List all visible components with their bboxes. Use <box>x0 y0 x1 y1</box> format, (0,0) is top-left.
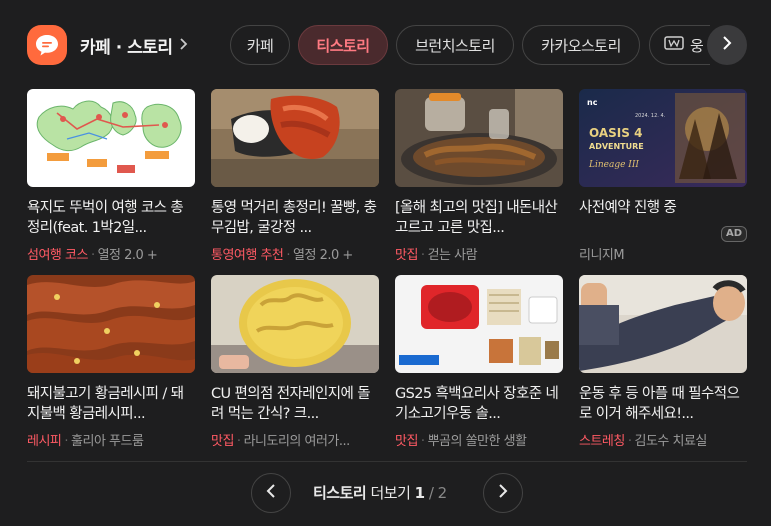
tab-label: 카카오스토리 <box>541 36 621 55</box>
card-source: 라니도리의 여러가... <box>243 434 351 449</box>
pager-prev-button[interactable] <box>251 473 291 513</box>
card-meta: 리니지M <box>579 244 747 263</box>
ad-headline-2: ADVENTURE <box>589 142 644 151</box>
chevron-right-icon <box>498 483 508 503</box>
card-meta: 맛집 · 뿌곰의 쏠만한 생활 <box>395 430 563 449</box>
tab-label: 티스토리 <box>316 36 370 55</box>
ad-badge: AD <box>720 226 747 242</box>
card-source: 리니지M <box>579 248 625 263</box>
card-source: 열정 2.0 + <box>97 248 158 263</box>
tabs-next-button[interactable] <box>707 25 747 65</box>
card-source: 김도수 치료실 <box>634 434 707 449</box>
thumbnail-game-ad-image: nc 2024. 12. 4. OASIS 4 ADVENTURE Lineag… <box>579 89 747 187</box>
story-card[interactable]: GS25 흑백요리사 장호준 네기소고기우동 솔... 맛집 · 뿌곰의 쏠만한 생… <box>395 275 563 449</box>
chat-bubble-icon[interactable] <box>27 25 67 65</box>
cafe-story-panel: 카페 · 스토리 카페 티스토리 브런치스토리 카카오스토리 웅 욕지도 뚜벅이… <box>0 0 771 526</box>
card-meta: 스트레칭 · 김도수 치료실 <box>579 430 747 449</box>
thumbnail-grill-image <box>395 89 563 187</box>
thumbnail-stretching-image <box>579 275 747 373</box>
meta-separator: · <box>90 248 95 263</box>
thumbnail-kimbap-image <box>211 89 379 187</box>
divider <box>27 461 747 462</box>
meta-separator: · <box>627 434 632 449</box>
page-slash: / <box>424 484 438 502</box>
card-meta: 통영여행 추천 · 열정 2.0 + <box>211 244 379 263</box>
card-category: 섬여행 코스 <box>27 248 88 263</box>
story-card[interactable]: [올해 최고의 맛집] 내돈내산 고르고 고른 맛집... 맛집 · 걷는 사람 <box>395 89 563 263</box>
tab-partial[interactable]: 웅 <box>649 25 710 65</box>
thumbnail-bulgogi-image <box>27 275 195 373</box>
chevron-left-icon <box>266 483 276 503</box>
card-category: 맛집 <box>395 434 418 449</box>
card-source: 열정 2.0 + <box>293 248 353 263</box>
meta-separator: · <box>236 434 241 449</box>
card-title: [올해 최고의 맛집] 내돈내산 고르고 고른 맛집... <box>395 200 558 236</box>
section-title: 카페 · 스토리 <box>80 38 173 58</box>
story-card[interactable]: CU 편의점 전자레인지에 돌려 먹는 간식? 크... 맛집 · 라니도리의 여러… <box>211 275 379 449</box>
meta-separator: · <box>64 434 69 449</box>
card-meta: 맛집 · 라니도리의 여러가... <box>211 430 379 449</box>
card-meta: 맛집 · 걷는 사람 <box>395 244 563 263</box>
tab-cafe[interactable]: 카페 <box>230 25 290 65</box>
meta-separator: · <box>420 434 425 449</box>
ad-brand-text: nc <box>587 98 598 107</box>
tab-bar: 카페 티스토리 브런치스토리 카카오스토리 웅 <box>230 25 710 65</box>
card-category: 스트레칭 <box>579 434 625 449</box>
ad-date-text: 2024. 12. 4. <box>635 113 666 119</box>
card-source: 뿌곰의 쏠만한 생활 <box>427 434 527 449</box>
thumbnail-udon-kit-image <box>395 275 563 373</box>
card-title: 돼지불고기 황금레시피 / 돼지불백 황금레시피... <box>27 386 184 422</box>
card-title: CU 편의점 전자레인지에 돌려 먹는 간식? 크... <box>211 386 371 422</box>
chevron-right-icon <box>722 35 732 55</box>
tab-tistory[interactable]: 티스토리 <box>298 25 388 65</box>
section-title-link[interactable]: 카페 · 스토리 <box>80 33 188 58</box>
more-brand: 티스토리 <box>313 484 367 502</box>
story-card[interactable]: 욕지도 뚜벅이 여행 코스 총정리(feat. 1박2일... 섬여행 코스 · 열… <box>27 89 195 263</box>
more-label: 더보기 <box>366 484 415 502</box>
card-title: 운동 후 등 아플 때 필수적으로 이거 해주세요!... <box>579 386 740 422</box>
chevron-right-icon <box>179 36 188 55</box>
tab-kakao-story[interactable]: 카카오스토리 <box>522 25 640 65</box>
story-card[interactable]: 통영 먹거리 총정리! 꿀빵, 충무김밥, 굴강정 ... 통영여행 추천 · 열정… <box>211 89 379 263</box>
card-source: 훌리아 푸드룸 <box>71 434 144 449</box>
card-category: 통영여행 추천 <box>211 248 284 263</box>
meta-separator: · <box>286 248 291 263</box>
page-total: 2 <box>437 484 448 502</box>
card-category: 맛집 <box>211 434 234 449</box>
ad-headline-1: OASIS 4 <box>589 126 642 140</box>
card-meta: 섬여행 코스 · 열정 2.0 + <box>27 244 195 263</box>
pager-next-button[interactable] <box>483 473 523 513</box>
card-source: 걷는 사람 <box>427 248 478 263</box>
more-link[interactable]: 티스토리 더보기 1 / 2 <box>313 482 447 503</box>
currency-note-icon <box>664 35 684 55</box>
card-category: 레시피 <box>27 434 62 449</box>
ad-card[interactable]: nc 2024. 12. 4. OASIS 4 ADVENTURE Lineag… <box>579 89 747 263</box>
story-card[interactable]: 돼지불고기 황금레시피 / 돼지불백 황금레시피... 레시피 · 훌리아 푸드룸 <box>27 275 195 449</box>
tab-label: 웅 <box>690 36 704 55</box>
tab-label: 브런치스토리 <box>415 36 495 55</box>
tab-label: 카페 <box>246 36 274 55</box>
meta-separator: · <box>420 248 425 263</box>
card-title: GS25 흑백요리사 장호준 네기소고기우동 솔... <box>395 386 559 422</box>
card-meta: 레시피 · 훌리아 푸드룸 <box>27 430 195 449</box>
tab-brunch-story[interactable]: 브런치스토리 <box>396 25 514 65</box>
page-current: 1 <box>414 484 425 502</box>
ad-logo-text: Lineage III <box>588 160 639 170</box>
card-category: 맛집 <box>395 248 418 263</box>
thumbnail-map-image <box>27 89 195 187</box>
card-title: 욕지도 뚜벅이 여행 코스 총정리(feat. 1박2일... <box>27 200 184 236</box>
story-card[interactable]: 운동 후 등 아플 때 필수적으로 이거 해주세요!... 스트레칭 · 김도수 치… <box>579 275 747 449</box>
thumbnail-snack-image <box>211 275 379 373</box>
card-title: 통영 먹거리 총정리! 꿀빵, 충무김밥, 굴강정 ... <box>211 200 377 236</box>
